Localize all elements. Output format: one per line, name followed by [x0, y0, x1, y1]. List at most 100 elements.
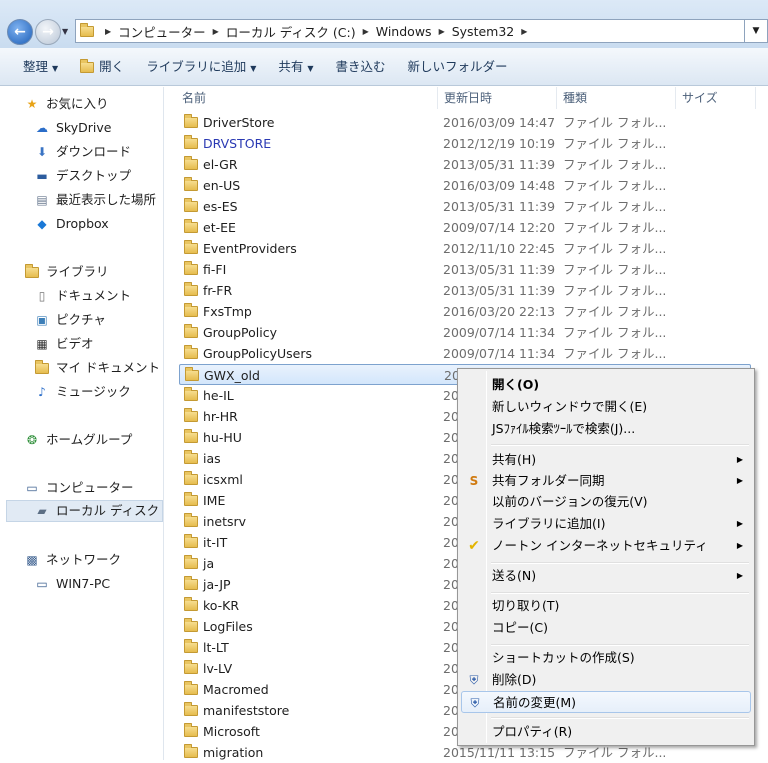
- add-to-library-label: ライブラリに追加: [146, 58, 247, 74]
- menu-item-share-sync[interactable]: S 共有フォルダー同期 ▶: [461, 470, 751, 492]
- menu-label: JSﾌｧｲﾙ検索ﾂｰﾙで検索(J)...: [492, 421, 636, 436]
- nav-libraries[interactable]: ライブラリ: [24, 261, 109, 283]
- add-to-library-button[interactable]: ライブラリに追加 ▼: [135, 55, 267, 79]
- file-row[interactable]: FxsTmp 2016/03/20 22:13 ファイル フォル...: [179, 301, 751, 322]
- menu-separator: [491, 562, 749, 564]
- menu-item-open[interactable]: 開く(O): [461, 374, 751, 396]
- folder-icon: [184, 450, 198, 464]
- file-name: GroupPolicyUsers: [203, 346, 313, 361]
- nav-recent-places[interactable]: ▤ 最近表示した場所: [34, 189, 156, 211]
- folder-icon: [35, 360, 49, 374]
- menu-item-open-new-window[interactable]: 新しいウィンドウで開く(E): [461, 396, 751, 418]
- nav-skydrive[interactable]: ☁ SkyDrive: [34, 117, 111, 139]
- nav-music[interactable]: ♪ ミュージック: [34, 381, 131, 403]
- menu-item-send-to[interactable]: 送る(N) ▶: [461, 565, 751, 587]
- menu-item-norton[interactable]: ✔ ノートン インターネットセキュリティ ▶: [461, 535, 751, 557]
- breadcrumb-local-disk[interactable]: ローカル ディスク (C:): [226, 22, 356, 41]
- nav-downloads[interactable]: ⬇ ダウンロード: [34, 141, 131, 163]
- chevron-right-icon[interactable]: ▶: [105, 27, 111, 36]
- file-row[interactable]: el-GR 2013/05/31 11:39 ファイル フォル...: [179, 154, 751, 175]
- nav-local-disk[interactable]: ▰ ローカル ディスク: [6, 500, 163, 522]
- norton-check-icon: ✔: [468, 538, 480, 554]
- file-name: fi-FI: [203, 262, 227, 277]
- folder-icon: [184, 114, 198, 128]
- folder-icon: [184, 303, 198, 317]
- file-row[interactable]: GroupPolicy 2009/07/14 11:34 ファイル フォル...: [179, 322, 751, 343]
- nav-pc[interactable]: ▭ WIN7-PC: [34, 573, 110, 595]
- menu-item-copy[interactable]: コピー(C): [461, 617, 751, 639]
- open-button[interactable]: 開く: [69, 55, 135, 79]
- menu-item-add-library[interactable]: ライブラリに追加(I) ▶: [461, 513, 751, 535]
- menu-item-restore-versions[interactable]: 以前のバージョンの復元(V): [461, 491, 751, 513]
- chevron-right-icon[interactable]: ▶: [213, 27, 219, 36]
- file-name: DRVSTORE: [203, 136, 272, 151]
- nav-dropbox[interactable]: ◆ Dropbox: [34, 213, 108, 235]
- nav-documents[interactable]: ▯ ドキュメント: [34, 285, 131, 307]
- folder-icon: [184, 219, 198, 233]
- file-row[interactable]: DriverStore 2016/03/09 14:47 ファイル フォル...: [179, 112, 751, 133]
- breadcrumb[interactable]: ▶ コンピューター ▶ ローカル ディスク (C:) ▶ Windows ▶ S…: [75, 19, 745, 43]
- menu-item-delete[interactable]: ⛨ 削除(D): [461, 669, 751, 691]
- menu-item-js-search[interactable]: JSﾌｧｲﾙ検索ﾂｰﾙで検索(J)...: [461, 418, 751, 440]
- folder-icon: [80, 58, 95, 73]
- file-row[interactable]: fr-FR 2013/05/31 11:39 ファイル フォル...: [179, 280, 751, 301]
- file-row[interactable]: DRVSTORE 2012/12/19 10:19 ファイル フォル...: [179, 133, 751, 154]
- new-folder-button[interactable]: 新しいフォルダー: [397, 55, 519, 79]
- drive-icon: ▰: [37, 504, 47, 518]
- chevron-right-icon[interactable]: ▶: [521, 27, 527, 36]
- back-button[interactable]: ←: [7, 19, 33, 45]
- share-button[interactable]: 共有 ▼: [267, 55, 324, 79]
- file-type: ファイル フォル...: [563, 325, 667, 340]
- forward-button[interactable]: →: [35, 19, 61, 45]
- folder-icon: [184, 135, 198, 149]
- file-name: el-GR: [203, 157, 238, 172]
- column-name[interactable]: 名前: [176, 87, 438, 109]
- folder-icon: [184, 744, 198, 758]
- nav-my-documents[interactable]: マイ ドキュメント: [34, 357, 160, 379]
- address-dropdown-button[interactable]: ▼: [745, 19, 768, 43]
- menu-item-share[interactable]: 共有(H) ▶: [461, 449, 751, 471]
- nav-favorites[interactable]: ★ お気に入り: [24, 93, 109, 115]
- nav-network[interactable]: ▩ ネットワーク: [24, 549, 121, 571]
- history-dropdown-icon[interactable]: ▼: [62, 27, 68, 36]
- column-type[interactable]: 種類: [557, 87, 676, 109]
- burn-label: 書き込む: [335, 58, 386, 74]
- breadcrumb-windows[interactable]: Windows: [376, 24, 432, 39]
- menu-item-properties[interactable]: プロパティ(R): [461, 721, 751, 743]
- folder-icon: [184, 261, 198, 275]
- nav-computer[interactable]: ▭ コンピューター: [24, 477, 133, 499]
- music-icon: ♪: [38, 385, 46, 399]
- nav-homegroup[interactable]: ❂ ホームグループ: [24, 429, 132, 451]
- file-row[interactable]: EventProviders 2012/11/10 22:45 ファイル フォル..…: [179, 238, 751, 259]
- file-date: 2013/05/31 11:39: [443, 262, 556, 277]
- column-size[interactable]: サイズ: [676, 87, 756, 109]
- file-row[interactable]: et-EE 2009/07/14 12:20 ファイル フォル...: [179, 217, 751, 238]
- nav-videos[interactable]: ▦ ビデオ: [34, 333, 93, 355]
- breadcrumb-system32[interactable]: System32: [452, 24, 515, 39]
- folder-icon: [184, 660, 198, 674]
- organize-button[interactable]: 整理 ▼: [12, 55, 69, 79]
- chevron-right-icon[interactable]: ▶: [363, 27, 369, 36]
- menu-item-cut[interactable]: 切り取り(T): [461, 595, 751, 617]
- menu-separator: [491, 592, 749, 594]
- nav-pictures[interactable]: ▣ ピクチャ: [34, 309, 106, 331]
- folder-icon: [184, 597, 198, 611]
- breadcrumb-computer[interactable]: コンピューター: [118, 22, 206, 41]
- burn-button[interactable]: 書き込む: [325, 55, 397, 79]
- file-type: ファイル フォル...: [563, 136, 667, 151]
- folder-icon: [184, 681, 198, 695]
- file-row[interactable]: fi-FI 2013/05/31 11:39 ファイル フォル...: [179, 259, 751, 280]
- file-name: FxsTmp: [203, 304, 252, 319]
- submenu-arrow-icon: ▶: [736, 519, 743, 528]
- file-name: lt-LT: [203, 640, 229, 655]
- file-row[interactable]: en-US 2016/03/09 14:48 ファイル フォル...: [179, 175, 751, 196]
- nav-desktop[interactable]: ▬ デスクトップ: [34, 165, 131, 187]
- column-date[interactable]: 更新日時: [438, 87, 557, 109]
- file-row[interactable]: GroupPolicyUsers 2009/07/14 11:34 ファイル フォル…: [179, 343, 751, 364]
- menu-item-rename[interactable]: ⛨ 名前の変更(M): [461, 691, 751, 713]
- menu-item-create-shortcut[interactable]: ショートカットの作成(S): [461, 647, 751, 669]
- chevron-right-icon[interactable]: ▶: [439, 27, 445, 36]
- nav-label: 最近表示した場所: [56, 192, 157, 207]
- folder-icon: [184, 387, 198, 401]
- file-row[interactable]: es-ES 2013/05/31 11:39 ファイル フォル...: [179, 196, 751, 217]
